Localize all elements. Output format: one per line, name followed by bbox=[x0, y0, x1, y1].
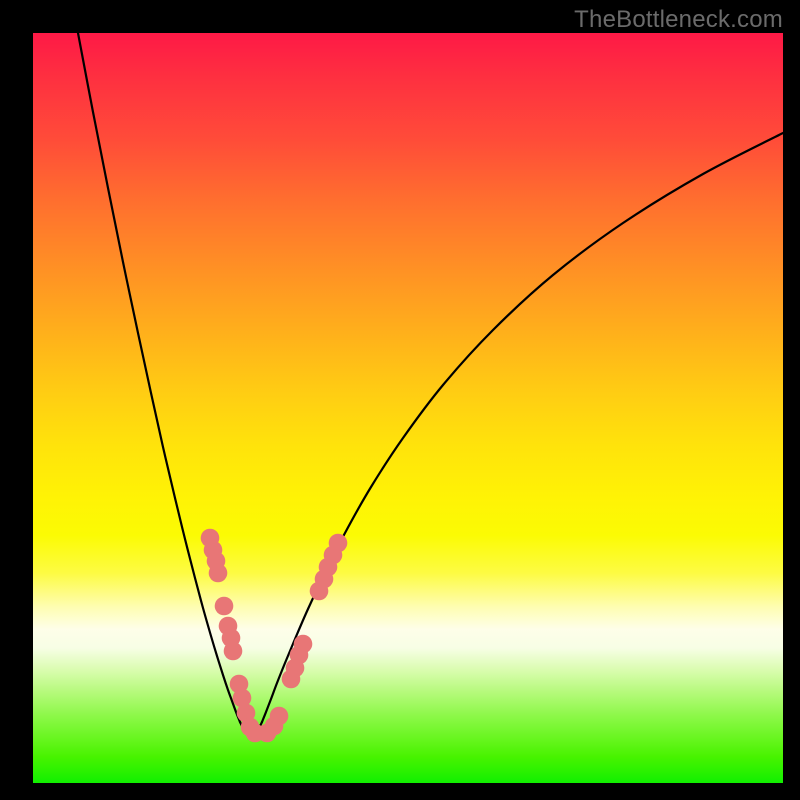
marker-left-beads bbox=[294, 635, 313, 654]
watermark-text: TheBottleneck.com bbox=[574, 6, 783, 34]
marker-left-beads bbox=[215, 597, 234, 616]
chart-svg bbox=[33, 33, 783, 783]
curve-layer bbox=[78, 33, 783, 737]
marker-left-beads bbox=[224, 642, 243, 661]
marker-left-beads bbox=[270, 707, 289, 726]
series-left-curve bbox=[78, 33, 240, 722]
plot-area bbox=[33, 33, 783, 783]
chart-frame: TheBottleneck.com bbox=[0, 0, 800, 800]
series-right-curve bbox=[262, 133, 783, 722]
marker-layer bbox=[201, 529, 348, 743]
marker-left-beads bbox=[329, 534, 348, 553]
marker-left-beads bbox=[209, 564, 228, 583]
